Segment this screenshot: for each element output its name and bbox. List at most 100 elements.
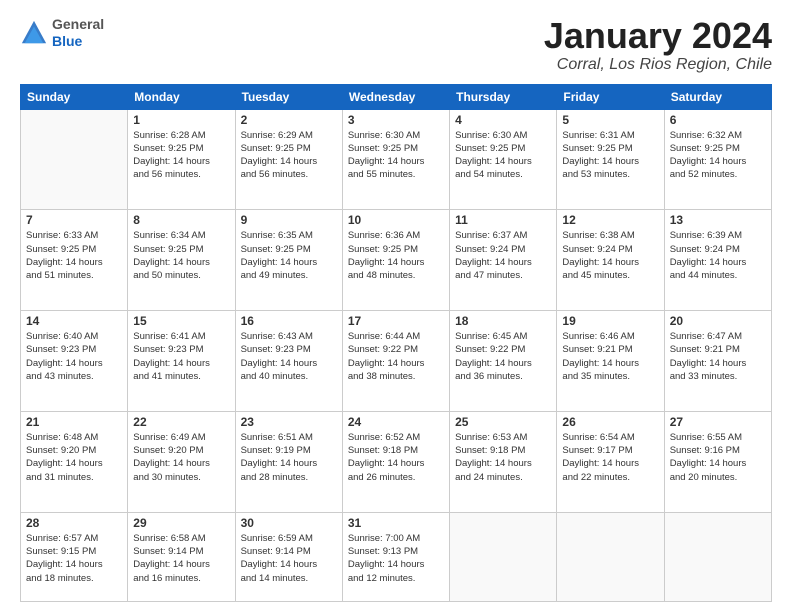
day-cell: 24Sunrise: 6:52 AM Sunset: 9:18 PM Dayli… <box>342 411 449 512</box>
day-cell: 27Sunrise: 6:55 AM Sunset: 9:16 PM Dayli… <box>664 411 771 512</box>
day-number: 29 <box>133 516 229 530</box>
day-cell <box>557 512 664 601</box>
day-number: 4 <box>455 113 551 127</box>
day-number: 6 <box>670 113 766 127</box>
day-info: Sunrise: 6:57 AM Sunset: 9:15 PM Dayligh… <box>26 532 122 585</box>
day-cell: 13 Sunrise: 6:39 AM Sunset: 9:24 PM Dayli… <box>664 210 771 311</box>
day-info: Sunrise: 6:34 AM Sunset: 9:25 PM Dayligh… <box>133 229 229 282</box>
day-cell: 5 Sunrise: 6:31 AM Sunset: 9:25 PM Daylig… <box>557 109 664 210</box>
day-cell: 6 Sunrise: 6:32 AM Sunset: 9:25 PM Daylig… <box>664 109 771 210</box>
day-cell: 30 Sunrise: 6:59 AM Sunset: 9:14 PM Dayli… <box>235 512 342 601</box>
day-number: 23 <box>241 415 337 429</box>
day-number: 11 <box>455 213 551 227</box>
day-cell: 26 Sunrise: 6:54 AM Sunset: 9:17 PM Dayli… <box>557 411 664 512</box>
day-cell: 16 Sunrise: 6:43 AM Sunset: 9:23 PM Dayli… <box>235 311 342 412</box>
day-number: 10 <box>348 213 444 227</box>
day-number: 17 <box>348 314 444 328</box>
week-row-2: 7Sunrise: 6:33 AM Sunset: 9:25 PM Daylig… <box>21 210 772 311</box>
day-info: Sunrise: 6:39 AM Sunset: 9:24 PM Dayligh… <box>670 229 766 282</box>
day-number: 22 <box>133 415 229 429</box>
day-number: 16 <box>241 314 337 328</box>
day-number: 5 <box>562 113 658 127</box>
day-info: Sunrise: 6:46 AM Sunset: 9:21 PM Dayligh… <box>562 330 658 383</box>
week-row-1: 1 Sunrise: 6:28 AM Sunset: 9:25 PM Daylig… <box>21 109 772 210</box>
day-info: Sunrise: 6:28 AM Sunset: 9:25 PM Dayligh… <box>133 129 229 182</box>
day-number: 9 <box>241 213 337 227</box>
day-info: Sunrise: 6:30 AM Sunset: 9:25 PM Dayligh… <box>455 129 551 182</box>
day-cell <box>664 512 771 601</box>
day-cell: 20 Sunrise: 6:47 AM Sunset: 9:21 PM Dayli… <box>664 311 771 412</box>
week-row-5: 28 Sunrise: 6:57 AM Sunset: 9:15 PM Dayli… <box>21 512 772 601</box>
day-info: Sunrise: 6:54 AM Sunset: 9:17 PM Dayligh… <box>562 431 658 484</box>
day-number: 19 <box>562 314 658 328</box>
day-cell: 31 Sunrise: 7:00 AM Sunset: 9:13 PM Dayli… <box>342 512 449 601</box>
day-cell: 28 Sunrise: 6:57 AM Sunset: 9:15 PM Dayli… <box>21 512 128 601</box>
col-wednesday: Wednesday <box>342 84 449 109</box>
day-info: Sunrise: 6:37 AM Sunset: 9:24 PM Dayligh… <box>455 229 551 282</box>
day-info: Sunrise: 6:43 AM Sunset: 9:23 PM Dayligh… <box>241 330 337 383</box>
day-info: Sunrise: 7:00 AM Sunset: 9:13 PM Dayligh… <box>348 532 444 585</box>
day-cell: 21Sunrise: 6:48 AM Sunset: 9:20 PM Dayli… <box>21 411 128 512</box>
week-row-4: 21Sunrise: 6:48 AM Sunset: 9:20 PM Dayli… <box>21 411 772 512</box>
day-cell: 14Sunrise: 6:40 AM Sunset: 9:23 PM Dayli… <box>21 311 128 412</box>
day-cell: 22 Sunrise: 6:49 AM Sunset: 9:20 PM Dayli… <box>128 411 235 512</box>
title-block: January 2024 Corral, Los Rios Region, Ch… <box>544 16 772 74</box>
day-number: 15 <box>133 314 229 328</box>
day-cell: 2 Sunrise: 6:29 AM Sunset: 9:25 PM Daylig… <box>235 109 342 210</box>
day-info: Sunrise: 6:52 AM Sunset: 9:18 PM Dayligh… <box>348 431 444 484</box>
day-info: Sunrise: 6:40 AM Sunset: 9:23 PM Dayligh… <box>26 330 122 383</box>
day-cell: 10 Sunrise: 6:36 AM Sunset: 9:25 PM Dayli… <box>342 210 449 311</box>
day-info: Sunrise: 6:48 AM Sunset: 9:20 PM Dayligh… <box>26 431 122 484</box>
day-info: Sunrise: 6:32 AM Sunset: 9:25 PM Dayligh… <box>670 129 766 182</box>
calendar-page: General Blue January 2024 Corral, Los Ri… <box>0 0 792 612</box>
day-number: 13 <box>670 213 766 227</box>
day-number: 28 <box>26 516 122 530</box>
day-number: 20 <box>670 314 766 328</box>
day-cell: 11 Sunrise: 6:37 AM Sunset: 9:24 PM Dayli… <box>450 210 557 311</box>
title-location: Corral, Los Rios Region, Chile <box>544 56 772 74</box>
day-cell: 1 Sunrise: 6:28 AM Sunset: 9:25 PM Daylig… <box>128 109 235 210</box>
day-number: 2 <box>241 113 337 127</box>
col-tuesday: Tuesday <box>235 84 342 109</box>
day-cell: 12 Sunrise: 6:38 AM Sunset: 9:24 PM Dayli… <box>557 210 664 311</box>
day-info: Sunrise: 6:59 AM Sunset: 9:14 PM Dayligh… <box>241 532 337 585</box>
col-thursday: Thursday <box>450 84 557 109</box>
day-number: 31 <box>348 516 444 530</box>
logo-icon <box>20 19 48 47</box>
day-cell: 4 Sunrise: 6:30 AM Sunset: 9:25 PM Daylig… <box>450 109 557 210</box>
calendar-table: Sunday Monday Tuesday Wednesday Thursday… <box>20 84 772 602</box>
day-cell: 19 Sunrise: 6:46 AM Sunset: 9:21 PM Dayli… <box>557 311 664 412</box>
day-cell <box>21 109 128 210</box>
col-saturday: Saturday <box>664 84 771 109</box>
day-info: Sunrise: 6:35 AM Sunset: 9:25 PM Dayligh… <box>241 229 337 282</box>
day-cell: 7Sunrise: 6:33 AM Sunset: 9:25 PM Daylig… <box>21 210 128 311</box>
header-row: Sunday Monday Tuesday Wednesday Thursday… <box>21 84 772 109</box>
day-cell: 9 Sunrise: 6:35 AM Sunset: 9:25 PM Daylig… <box>235 210 342 311</box>
day-number: 25 <box>455 415 551 429</box>
title-month: January 2024 <box>544 16 772 56</box>
day-info: Sunrise: 6:31 AM Sunset: 9:25 PM Dayligh… <box>562 129 658 182</box>
day-info: Sunrise: 6:47 AM Sunset: 9:21 PM Dayligh… <box>670 330 766 383</box>
day-number: 26 <box>562 415 658 429</box>
day-cell <box>450 512 557 601</box>
day-info: Sunrise: 6:58 AM Sunset: 9:14 PM Dayligh… <box>133 532 229 585</box>
day-info: Sunrise: 6:41 AM Sunset: 9:23 PM Dayligh… <box>133 330 229 383</box>
col-friday: Friday <box>557 84 664 109</box>
day-info: Sunrise: 6:36 AM Sunset: 9:25 PM Dayligh… <box>348 229 444 282</box>
day-cell: 17Sunrise: 6:44 AM Sunset: 9:22 PM Dayli… <box>342 311 449 412</box>
day-info: Sunrise: 6:53 AM Sunset: 9:18 PM Dayligh… <box>455 431 551 484</box>
day-cell: 8Sunrise: 6:34 AM Sunset: 9:25 PM Daylig… <box>128 210 235 311</box>
day-cell: 3Sunrise: 6:30 AM Sunset: 9:25 PM Daylig… <box>342 109 449 210</box>
header: General Blue January 2024 Corral, Los Ri… <box>20 16 772 74</box>
day-info: Sunrise: 6:29 AM Sunset: 9:25 PM Dayligh… <box>241 129 337 182</box>
day-number: 18 <box>455 314 551 328</box>
day-number: 1 <box>133 113 229 127</box>
day-info: Sunrise: 6:30 AM Sunset: 9:25 PM Dayligh… <box>348 129 444 182</box>
day-info: Sunrise: 6:55 AM Sunset: 9:16 PM Dayligh… <box>670 431 766 484</box>
day-number: 12 <box>562 213 658 227</box>
day-info: Sunrise: 6:49 AM Sunset: 9:20 PM Dayligh… <box>133 431 229 484</box>
day-number: 30 <box>241 516 337 530</box>
col-sunday: Sunday <box>21 84 128 109</box>
day-cell: 18Sunrise: 6:45 AM Sunset: 9:22 PM Dayli… <box>450 311 557 412</box>
day-info: Sunrise: 6:38 AM Sunset: 9:24 PM Dayligh… <box>562 229 658 282</box>
